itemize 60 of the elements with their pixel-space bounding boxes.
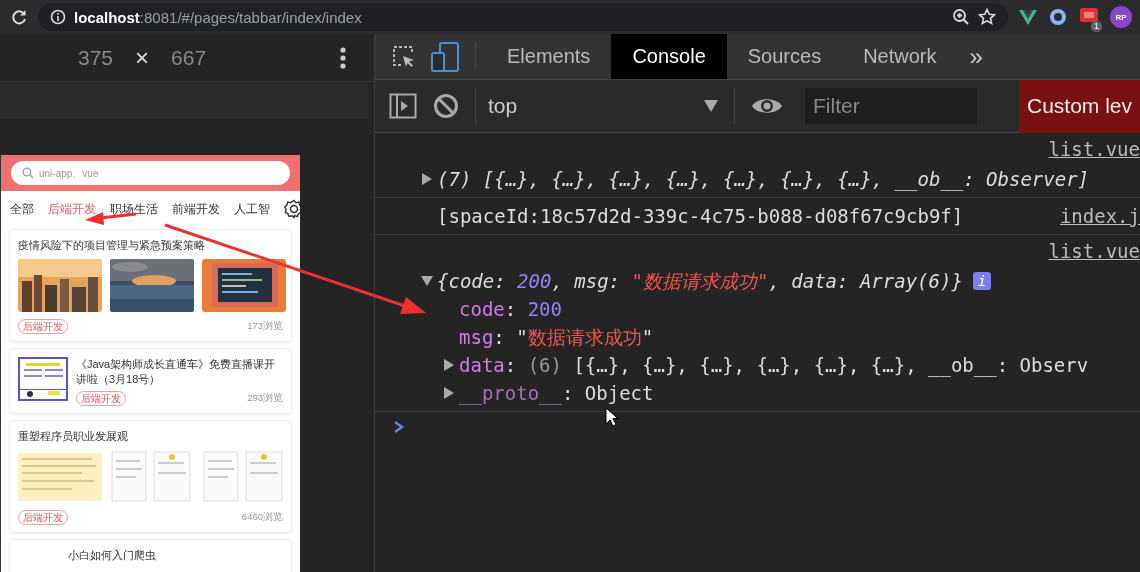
console-message: __proto__: Object xyxy=(459,381,654,407)
expand-triangle-icon[interactable] xyxy=(443,359,455,371)
sidebar-toggle-icon[interactable] xyxy=(389,93,417,119)
console-message: msg: "数据请求成功" xyxy=(459,325,654,350)
v-logo-icon[interactable] xyxy=(1018,8,1038,26)
category-tab[interactable]: 前端开发 xyxy=(172,201,220,217)
article-card[interactable]: 小白如何入门爬虫 xyxy=(9,539,292,572)
info-icon[interactable] xyxy=(50,9,66,25)
source-link[interactable]: index.j xyxy=(1059,202,1140,230)
filter-field[interactable]: Filter xyxy=(805,88,977,124)
article-title: 疫情风险下的项目管理与紧急预案策略 xyxy=(18,238,206,253)
context-select[interactable]: top xyxy=(488,94,518,118)
dropdown-caret-icon[interactable] xyxy=(704,100,718,112)
console-message: data: (6) [{…}, {…}, {…}, {…}, {…}, {…}, __ob__: Observ xyxy=(459,353,1089,379)
zoom-icon[interactable] xyxy=(952,8,970,26)
address-bar-url[interactable]: localhost:8081/#/pages/tabbar/index/index xyxy=(74,8,362,26)
view-count: 173浏览 xyxy=(247,320,283,333)
search-field[interactable]: uni-app、vue xyxy=(11,161,290,185)
category-tab[interactable]: 职场生活 xyxy=(110,201,158,217)
profile-avatar[interactable]: RP xyxy=(1110,6,1132,28)
device-width[interactable]: 375 xyxy=(78,45,114,70)
article-card[interactable]: 疫情风险下的项目管理与紧急预案策略 后端开发 173浏览 xyxy=(9,229,292,342)
extension-badge: 1 xyxy=(1091,21,1102,32)
panel-tab[interactable]: Sources xyxy=(726,34,843,79)
clear-console-icon[interactable] xyxy=(433,93,459,119)
article-title: 重塑程序员职业发展观 xyxy=(18,429,129,444)
star-icon[interactable] xyxy=(978,8,996,26)
category-tab[interactable]: 后端开发 xyxy=(48,201,96,217)
panel-tab[interactable]: Network xyxy=(842,34,958,79)
source-link[interactable]: list.vue xyxy=(1048,137,1140,161)
console-message: [spaceId:18c57d2d-339c-4c75-b088-d08f67c9cb9f] xyxy=(437,204,964,229)
search-icon xyxy=(22,167,34,179)
category-tab[interactable]: 人工智 xyxy=(234,201,270,217)
settings-icon[interactable] xyxy=(284,199,300,219)
ring-icon[interactable] xyxy=(1048,7,1068,27)
expand-triangle-icon[interactable] xyxy=(443,387,455,399)
panel-tab[interactable]: Console xyxy=(611,34,727,79)
prompt-icon xyxy=(393,420,405,434)
category-tab[interactable]: 全部 xyxy=(10,201,34,217)
log-levels-button[interactable]: Custom lev xyxy=(1018,79,1140,133)
reload-icon[interactable] xyxy=(10,8,28,26)
console-message: {code: 200, msg: "数据请求成功", data: Array(6)} xyxy=(437,269,963,294)
view-count: 293浏览 xyxy=(247,392,283,405)
more-options-icon[interactable] xyxy=(340,46,346,69)
more-tabs-button[interactable]: » xyxy=(957,42,983,71)
panel-tab[interactable]: Elements xyxy=(486,34,612,79)
source-link[interactable]: list.vue xyxy=(1048,239,1140,263)
cursor-icon xyxy=(605,407,619,427)
expand-triangle-icon[interactable] xyxy=(421,173,433,185)
view-count: 6460浏览 xyxy=(241,511,283,524)
dimension-separator: × xyxy=(135,43,150,72)
article-card[interactable]: 《Java架构师成长直通车》免费直播课开讲啦（3月18号） 后端开发 293浏览 xyxy=(9,348,292,414)
collapse-triangle-icon[interactable] xyxy=(421,275,433,287)
device-height[interactable]: 667 xyxy=(171,45,207,70)
console-message: code: 200 xyxy=(459,297,562,322)
device-toolbar-icon[interactable] xyxy=(431,41,459,72)
article-card[interactable]: 重塑程序员职业发展观 后端开发 6460浏览 xyxy=(9,420,292,533)
article-title: 小白如何入门爬虫 xyxy=(68,548,157,563)
console-message: (7) [{…}, {…}, {…}, {…}, {…}, {…}, {…}, __ob__: Observer] xyxy=(437,167,1090,193)
article-title: 《Java架构师成长直通车》免费直播课开讲啦（3月18号） xyxy=(76,357,277,387)
